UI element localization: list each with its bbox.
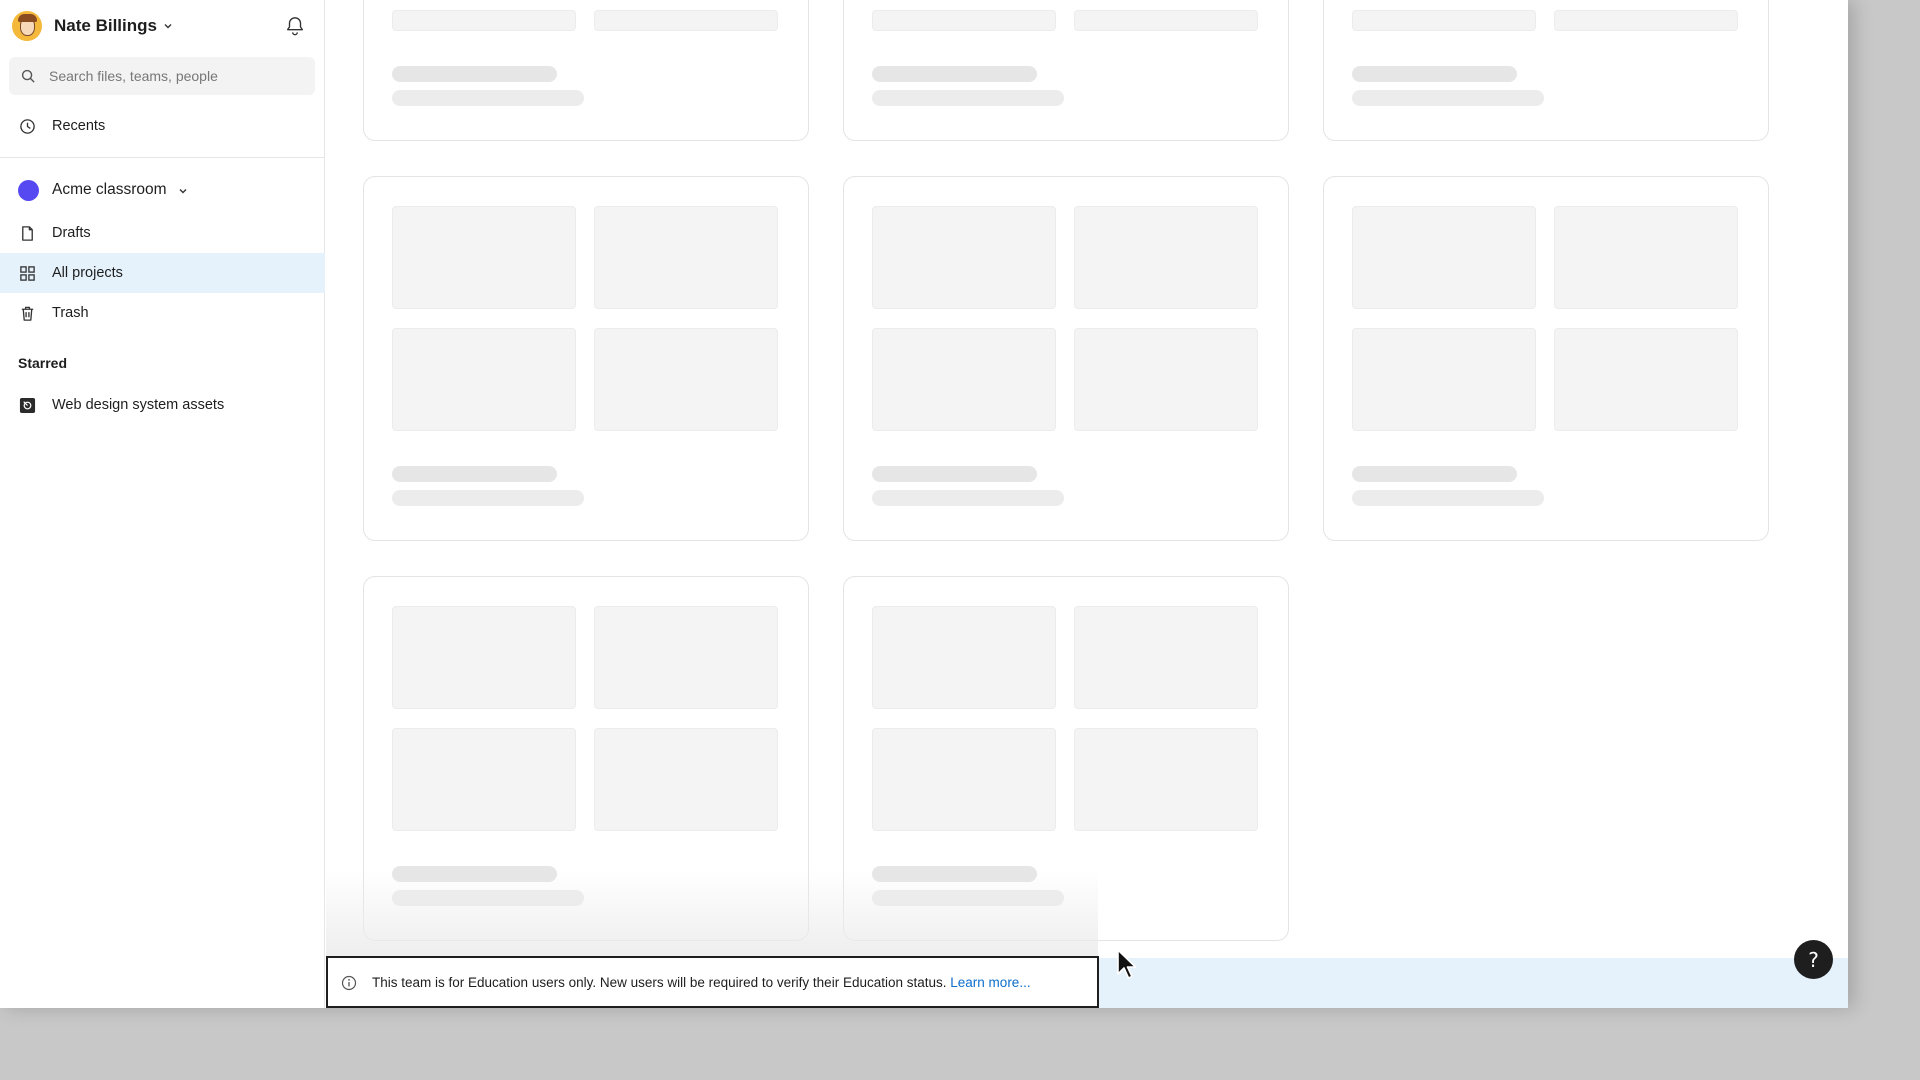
starred-item-web-design-system-assets[interactable]: Web design system assets (0, 385, 325, 425)
sidebar-item-drafts[interactable]: Drafts (0, 213, 325, 253)
search-field[interactable] (9, 57, 315, 95)
chevron-down-icon (179, 189, 187, 194)
sidebar-item-label: Drafts (52, 225, 91, 241)
sidebar-item-label: Web design system assets (52, 397, 225, 413)
user-menu[interactable]: Nate Billings (12, 10, 173, 42)
starred-heading: Starred (18, 355, 68, 371)
clock-icon (20, 119, 35, 134)
avatar (12, 11, 42, 41)
sidebar: Nate Billings Recents Acme classroom Dra… (0, 0, 325, 1008)
sidebar-item-label: Recents (52, 118, 106, 134)
projects-grid (326, 0, 1848, 1008)
project-card-loading[interactable] (363, 176, 809, 541)
sidebar-item-label: All projects (52, 265, 123, 281)
grid-icon (20, 266, 35, 281)
team-switcher[interactable]: Acme classroom (0, 170, 325, 210)
figma-file-icon (19, 397, 36, 414)
chevron-down-icon (164, 24, 172, 29)
project-card-loading[interactable] (843, 576, 1289, 941)
help-button[interactable]: ? (1794, 940, 1833, 979)
project-card-loading[interactable] (1323, 0, 1769, 141)
file-icon (22, 226, 33, 241)
project-card-loading[interactable] (1323, 176, 1769, 541)
team-icon (18, 180, 39, 201)
search-input[interactable] (49, 68, 289, 84)
project-card-loading[interactable] (363, 576, 809, 941)
notice-text: This team is for Education users only. N… (372, 975, 1031, 990)
team-name: Acme classroom (52, 181, 167, 198)
info-icon (341, 975, 357, 991)
sidebar-item-label: Trash (52, 305, 89, 321)
sidebar-item-all-projects[interactable]: All projects (0, 253, 325, 293)
project-card-loading[interactable] (843, 176, 1289, 541)
project-card-loading[interactable] (843, 0, 1289, 141)
project-card-loading[interactable] (363, 0, 809, 141)
sidebar-item-trash[interactable]: Trash (0, 293, 325, 333)
learn-more-link[interactable]: Learn more... (950, 975, 1030, 990)
trash-icon (21, 306, 34, 321)
education-notice: This team is for Education users only. N… (326, 956, 1099, 1008)
search-icon (21, 69, 35, 83)
divider (0, 157, 325, 158)
bell-icon[interactable] (284, 15, 306, 37)
app-window: Nate Billings Recents Acme classroom Dra… (0, 0, 1848, 1008)
user-name: Nate Billings (54, 16, 157, 35)
notice-message: This team is for Education users only. N… (372, 975, 947, 990)
sidebar-item-recents[interactable]: Recents (0, 106, 325, 146)
